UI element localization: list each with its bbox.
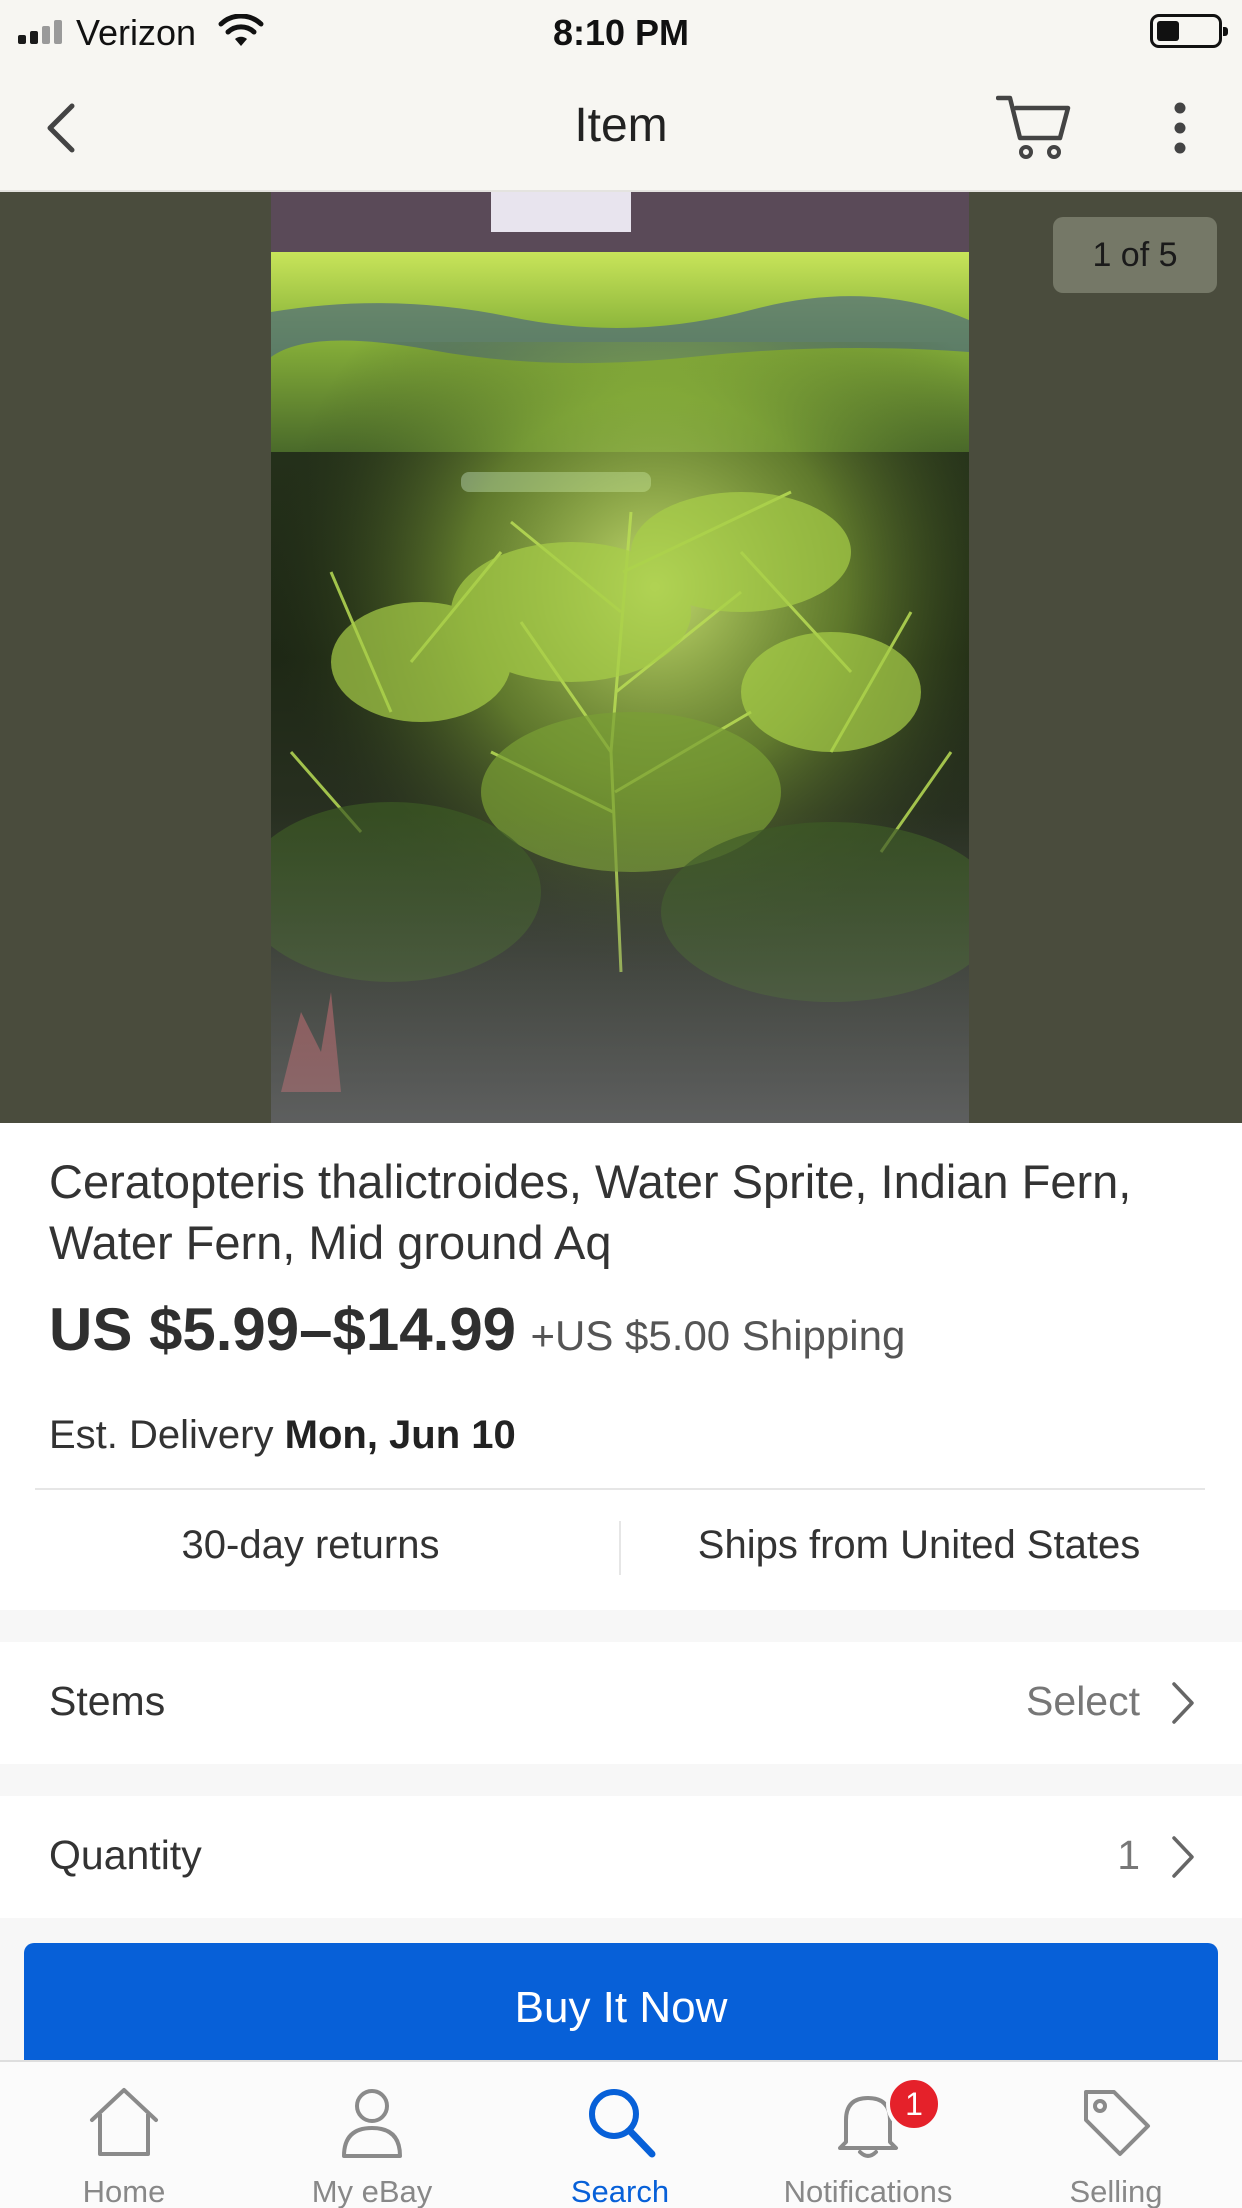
delivery-label: Est. Delivery [49, 1413, 274, 1457]
status-bar: Verizon 8:10 PM [0, 0, 1242, 62]
home-icon [90, 2088, 158, 2156]
ships-from: Ships from United States [697, 1523, 1141, 1567]
returns-policy[interactable]: 30-day returns [0, 1523, 621, 1568]
tab-label: Home [82, 2174, 166, 2208]
cart-icon[interactable] [996, 92, 1076, 162]
quantity-selector[interactable]: Quantity 1 [0, 1796, 1242, 1918]
stems-label: Stems [49, 1678, 166, 1724]
quantity-label: Quantity [49, 1832, 202, 1878]
battery-icon [1150, 14, 1228, 48]
delivery-date: Mon, Jun 10 [284, 1413, 516, 1457]
estimated-delivery: Est. Delivery Mon, Jun 10 [49, 1413, 516, 1458]
person-icon [342, 2089, 402, 2158]
stems-value: Select [1026, 1678, 1140, 1724]
price-row: US $5.99–$14.99 +US $5.00 Shipping [49, 1295, 905, 1364]
item-price: US $5.99–$14.99 [49, 1296, 517, 1363]
tab-home[interactable]: Home [0, 2062, 248, 2208]
tab-label: Search [570, 2174, 670, 2208]
more-options-icon[interactable] [1160, 98, 1200, 158]
tab-notifications[interactable]: 1 Notifications [744, 2062, 992, 2208]
tab-selling[interactable]: Selling [992, 2062, 1240, 2208]
search-icon [589, 2089, 656, 2158]
tab-bar: Home My eBay Search 1 Notifications Sell… [0, 2060, 1242, 2208]
tab-my-ebay[interactable]: My eBay [248, 2062, 496, 2208]
clock: 8:10 PM [552, 12, 690, 53]
stems-selector[interactable]: Stems Select [0, 1642, 1242, 1764]
item-title: Ceratopteris thalictroides, Water Sprite… [49, 1155, 1132, 1269]
navigation-bar: Item [0, 62, 1242, 192]
tab-search[interactable]: Search [496, 2062, 744, 2208]
tab-label: My eBay [311, 2174, 433, 2208]
notification-badge: 1 [886, 2076, 942, 2132]
chevron-right-icon [1172, 1836, 1194, 1878]
item-photo[interactable] [271, 192, 969, 1123]
quantity-value: 1 [1117, 1832, 1140, 1878]
photo-gallery[interactable]: 1 of 5 [0, 192, 1242, 1123]
shipping-cost: +US $5.00 Shipping [530, 1312, 906, 1359]
tag-icon [1084, 2090, 1150, 2156]
chevron-right-icon [1172, 1682, 1194, 1724]
tab-label: Selling [1069, 2174, 1163, 2208]
divider [35, 1488, 1205, 1490]
item-info: Ceratopteris thalictroides, Water Sprite… [0, 1123, 1242, 1610]
tab-label: Notifications [783, 2174, 953, 2208]
photo-counter: 1 of 5 [1053, 217, 1217, 293]
